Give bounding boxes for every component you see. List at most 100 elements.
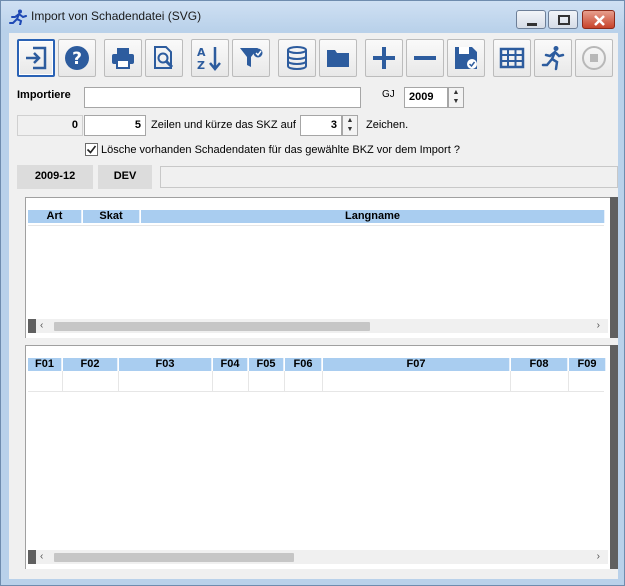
minimize-button[interactable] xyxy=(516,10,546,29)
close-icon xyxy=(594,15,605,26)
exit-door-icon xyxy=(26,46,47,70)
save-button[interactable] xyxy=(447,39,485,77)
exit-button[interactable] xyxy=(17,39,55,77)
print-button[interactable] xyxy=(104,39,142,77)
grid2-col-line xyxy=(284,371,285,391)
importiere-label: Importiere xyxy=(17,89,71,101)
col-f09[interactable]: F09 xyxy=(569,358,606,371)
filter-icon xyxy=(240,48,263,67)
print-preview-icon xyxy=(154,46,174,69)
importiere-input[interactable] xyxy=(84,87,361,108)
grid1-vscroll-edge[interactable] xyxy=(610,197,618,338)
window-title: Import von Schadendatei (SVG) xyxy=(31,9,202,23)
grid2-col-line xyxy=(118,371,119,391)
run-button[interactable] xyxy=(534,39,572,77)
scroll-right-icon[interactable]: › xyxy=(597,550,600,564)
chars-spinner[interactable]: ▲ ▼ xyxy=(342,115,358,136)
minus-icon xyxy=(414,56,436,60)
grid-fields[interactable]: F01 F02 F03 F04 F05 F06 F07 F08 F09 ‹ › xyxy=(25,345,611,569)
scroll-thumb[interactable] xyxy=(54,553,294,562)
app-window: Import von Schadendatei (SVG) ? A Z Impo… xyxy=(0,0,625,586)
scroll-edge xyxy=(28,550,36,564)
col-art[interactable]: Art xyxy=(28,210,82,223)
gj-label: GJ xyxy=(382,89,395,100)
close-button[interactable] xyxy=(582,10,615,29)
gj-spinner[interactable]: ▲ ▼ xyxy=(448,87,464,108)
table-grid-icon xyxy=(499,47,525,69)
col-f06[interactable]: F06 xyxy=(285,358,322,371)
table-button[interactable] xyxy=(493,39,531,77)
maximize-icon xyxy=(558,15,570,25)
grid1-row-line xyxy=(28,225,604,226)
database-button[interactable] xyxy=(278,39,316,77)
svg-text:Z: Z xyxy=(197,59,205,72)
printer-icon xyxy=(112,48,134,69)
scroll-left-icon[interactable]: ‹ xyxy=(40,319,43,333)
svg-text:?: ? xyxy=(72,49,82,69)
folder-icon xyxy=(327,50,349,67)
delete-checkbox[interactable] xyxy=(85,143,98,156)
plus-icon xyxy=(373,47,395,69)
col-langname[interactable]: Langname xyxy=(141,210,605,223)
spin-up-icon[interactable]: ▲ xyxy=(343,116,357,125)
help-button[interactable]: ? xyxy=(58,39,96,77)
sort-az-icon: A Z xyxy=(197,46,221,72)
col-f05[interactable]: F05 xyxy=(249,358,284,371)
stop-button[interactable] xyxy=(575,39,613,77)
title-bar[interactable]: Import von Schadendatei (SVG) xyxy=(1,1,624,31)
runner-app-icon xyxy=(9,9,27,26)
grid1-hscrollbar[interactable]: ‹ › xyxy=(28,319,608,333)
delete-label: Lösche vorhanden Schadendaten für das ge… xyxy=(101,144,460,156)
open-folder-button[interactable] xyxy=(319,39,357,77)
scroll-edge xyxy=(28,319,36,333)
scroll-right-icon[interactable]: › xyxy=(597,319,600,333)
grid2-vscroll-edge[interactable] xyxy=(610,345,618,569)
remove-button[interactable] xyxy=(406,39,444,77)
grid2-col-line xyxy=(568,371,569,391)
col-f07[interactable]: F07 xyxy=(323,358,510,371)
client-area: ? A Z Importiere GJ 2009 ▲ ▼ 0 5 Zeilen … xyxy=(9,33,618,579)
rows-input[interactable]: 5 xyxy=(84,115,146,136)
help-icon: ? xyxy=(65,46,89,70)
scroll-left-icon[interactable]: ‹ xyxy=(40,550,43,564)
col-f08[interactable]: F08 xyxy=(511,358,568,371)
minimize-icon xyxy=(527,23,537,26)
grid2-col-line xyxy=(212,371,213,391)
save-disk-icon xyxy=(455,47,477,69)
maximize-button[interactable] xyxy=(548,10,578,29)
grid2-row-line xyxy=(28,391,604,392)
col-f03[interactable]: F03 xyxy=(119,358,212,371)
grid2-hscrollbar[interactable]: ‹ › xyxy=(28,550,608,564)
scroll-thumb[interactable] xyxy=(54,322,370,331)
chars-label: Zeichen. xyxy=(366,119,409,131)
col-f04[interactable]: F04 xyxy=(213,358,248,371)
tab-strip: 2009-12 DEV xyxy=(17,165,618,189)
sort-button[interactable]: A Z xyxy=(191,39,229,77)
grid2-col-line xyxy=(248,371,249,391)
stop-icon xyxy=(582,46,606,70)
gj-input[interactable]: 2009 xyxy=(404,87,448,108)
tab-dev[interactable]: DEV xyxy=(98,165,152,189)
spin-down-icon[interactable]: ▼ xyxy=(449,97,463,106)
col-f01[interactable]: F01 xyxy=(28,358,62,371)
chars-input[interactable]: 3 xyxy=(300,115,342,136)
checkmark-icon xyxy=(86,145,97,154)
database-icon xyxy=(287,46,307,70)
rows-label: Zeilen und kürze das SKZ auf xyxy=(151,119,296,131)
filter-button[interactable] xyxy=(232,39,270,77)
svg-text:A: A xyxy=(197,46,206,59)
add-button[interactable] xyxy=(365,39,403,77)
preview-button[interactable] xyxy=(145,39,183,77)
runner-icon xyxy=(541,46,565,71)
tab-strip-filler xyxy=(160,166,618,188)
grid-art-skat[interactable]: Art Skat Langname ‹ › xyxy=(25,197,611,338)
grid2-col-line xyxy=(62,371,63,391)
spin-up-icon[interactable]: ▲ xyxy=(449,88,463,97)
grid2-col-line xyxy=(322,371,323,391)
col-skat[interactable]: Skat xyxy=(83,210,140,223)
spin-down-icon[interactable]: ▼ xyxy=(343,125,357,134)
col-f02[interactable]: F02 xyxy=(63,358,118,371)
tab-2009-12[interactable]: 2009-12 xyxy=(17,165,93,189)
grid2-col-line xyxy=(510,371,511,391)
count-display: 0 xyxy=(17,115,83,136)
